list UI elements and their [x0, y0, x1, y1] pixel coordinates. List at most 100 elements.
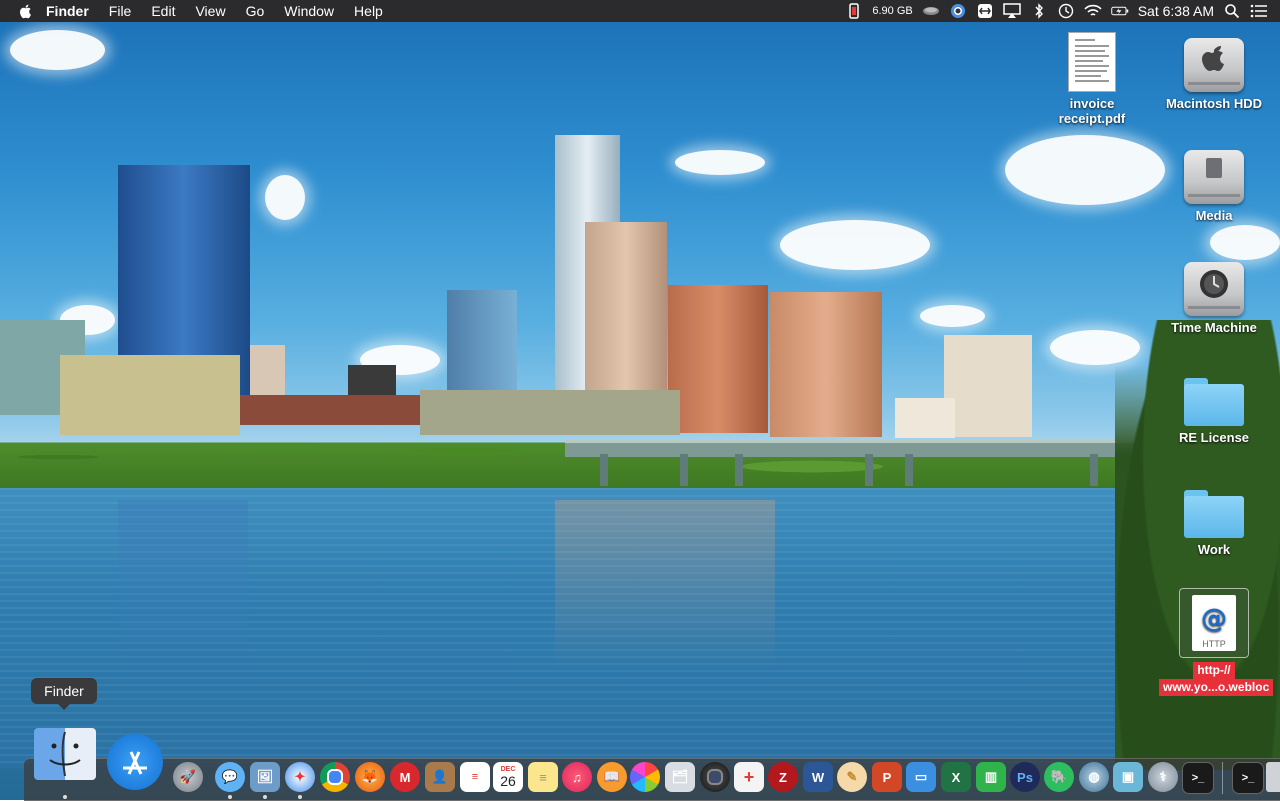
desktop-icon-label: invoice receipt.pdf	[1058, 96, 1126, 126]
mega-icon: M	[399, 769, 411, 785]
dock-finder[interactable]	[34, 728, 96, 780]
water-reflection	[118, 500, 248, 670]
bluetooth-icon[interactable]	[1030, 3, 1048, 19]
dock-terminal[interactable]: >_	[1182, 762, 1214, 794]
memory-icon[interactable]	[845, 3, 863, 19]
evernote-icon: 🐘	[1050, 769, 1068, 784]
bridge-pillar	[865, 454, 873, 486]
dock-separator	[1222, 762, 1223, 794]
time-machine-icon[interactable]	[1057, 3, 1075, 19]
desktop-icon-macintosh-hdd[interactable]: Macintosh HDD	[1159, 38, 1269, 111]
dock-numbers[interactable]: ▥	[976, 762, 1006, 792]
dock-virtualbox[interactable]: ▣	[1113, 762, 1143, 792]
pdf-document-icon	[1068, 32, 1116, 92]
notes-icon: ≡	[539, 769, 547, 785]
desktop-icon-label: Time Machine	[1171, 320, 1257, 335]
excel-icon: X	[951, 769, 961, 785]
desktop-icon-time-machine[interactable]: Time Machine	[1159, 262, 1269, 335]
powerpoint-icon: P	[882, 769, 892, 785]
music-note-icon: ♫	[572, 769, 582, 785]
dock-reminders[interactable]: ≡	[460, 762, 490, 792]
disk-utility-icon: ⚕	[1159, 769, 1167, 784]
dock-mega[interactable]: M	[390, 762, 420, 792]
dock-photo-booth[interactable]	[700, 762, 730, 792]
cloud	[10, 30, 105, 70]
dock-powerpoint[interactable]: P	[872, 762, 902, 792]
teamviewer-icon[interactable]	[976, 3, 994, 19]
desktop-icon-invoice-pdf[interactable]: invoice receipt.pdf	[1037, 32, 1147, 126]
dock-terminal-2[interactable]: >_	[1232, 762, 1264, 794]
menu-app-name[interactable]: Finder	[40, 0, 99, 22]
apple-menu-icon[interactable]	[18, 3, 34, 19]
spotlight-icon[interactable]	[1223, 3, 1241, 19]
cloud	[780, 220, 930, 270]
cloud	[1005, 135, 1165, 205]
desktop-icon-media[interactable]: Media	[1159, 150, 1269, 223]
bridge-pillar	[905, 454, 913, 486]
dock-text-editor[interactable]: +	[734, 762, 764, 792]
hdd-activity-icon[interactable]	[922, 3, 940, 19]
dock-keynote[interactable]: ▭	[906, 762, 936, 792]
dock-tooltip: Finder	[31, 678, 97, 710]
battery-charging-icon[interactable]	[1110, 3, 1129, 19]
dock-photoshop[interactable]: Ps	[1010, 762, 1040, 792]
folder-icon	[1184, 490, 1244, 538]
photoshop-icon: Ps	[1017, 769, 1033, 785]
webloc-label-line2: www.yo...o.webloc	[1159, 679, 1274, 696]
desktop-icon-re-license[interactable]: RE License	[1159, 378, 1269, 445]
cloud	[265, 175, 305, 220]
contacts-icon: 👤	[431, 769, 449, 784]
dock-photos[interactable]	[630, 762, 660, 792]
dock-messages[interactable]: 💬	[215, 762, 245, 792]
dock-preview-2[interactable]: 🗂	[665, 762, 695, 792]
dock-ibooks[interactable]: 📖	[597, 762, 627, 792]
menu-go[interactable]: Go	[236, 0, 275, 22]
dock-filezilla[interactable]: Z	[768, 762, 798, 792]
terminal-icon: >_	[1241, 772, 1255, 784]
dock-safari[interactable]: ✦	[285, 762, 315, 792]
wifi-icon[interactable]	[1084, 3, 1102, 19]
dock-calendar[interactable]: DEC 26	[493, 762, 523, 792]
image-viewer-icon: 🗂	[671, 769, 689, 784]
dock-excel[interactable]: X	[941, 762, 971, 792]
webloc-document: @ HTTP	[1192, 595, 1236, 651]
dock-pencil[interactable]: ✎	[837, 762, 867, 792]
dock-launchpad[interactable]: 🚀	[173, 762, 203, 792]
dock-itunes[interactable]: ♫	[562, 762, 592, 792]
menu-bar: Finder File Edit View Go Window Help 6.9…	[0, 0, 1280, 22]
notification-center-icon[interactable]	[1250, 3, 1268, 19]
finder-icon	[49, 731, 81, 777]
dock-evernote[interactable]: 🐘	[1044, 762, 1074, 792]
filezilla-icon: Z	[779, 769, 787, 785]
preview-icon: 🖼	[256, 769, 274, 784]
dock-network-utility[interactable]: ◍	[1079, 762, 1109, 792]
menu-file[interactable]: File	[99, 0, 142, 22]
dock-chrome[interactable]	[320, 762, 350, 792]
desktop-icon-webloc[interactable]: @ HTTP http-// www.yo...o.webloc	[1159, 588, 1274, 696]
dock-app-store[interactable]	[107, 734, 163, 790]
time-machine-drive-icon	[1184, 262, 1244, 316]
menu-help[interactable]: Help	[344, 0, 393, 22]
dock-preview[interactable]: 🖼	[250, 762, 280, 792]
menu-window[interactable]: Window	[274, 0, 344, 22]
dock-notes[interactable]: ≡	[528, 762, 558, 792]
reminders-icon: ≡	[471, 771, 479, 783]
menu-view[interactable]: View	[185, 0, 235, 22]
menu-edit[interactable]: Edit	[141, 0, 185, 22]
numbers-chart-icon: ▥	[984, 769, 998, 784]
dock-contacts[interactable]: 👤	[425, 762, 455, 792]
dock-word[interactable]: W	[803, 762, 833, 792]
building	[447, 290, 517, 405]
desktop-icon-work[interactable]: Work	[1159, 490, 1269, 557]
running-indicator	[263, 795, 267, 799]
water-reflection	[555, 500, 775, 670]
pencil-icon: ✎	[846, 769, 858, 784]
colorsync-icon[interactable]	[949, 3, 967, 19]
memory-readout[interactable]: 6.90 GB	[872, 5, 912, 17]
dock-trash[interactable]	[1266, 762, 1280, 792]
menu-clock[interactable]: Sat 6:38 AM	[1138, 3, 1214, 19]
dock-firefox[interactable]: 🦊	[355, 762, 385, 792]
airplay-icon[interactable]	[1002, 3, 1021, 19]
dock-disk-utility[interactable]: ⚕	[1148, 762, 1178, 792]
book-icon: 📖	[603, 769, 621, 784]
